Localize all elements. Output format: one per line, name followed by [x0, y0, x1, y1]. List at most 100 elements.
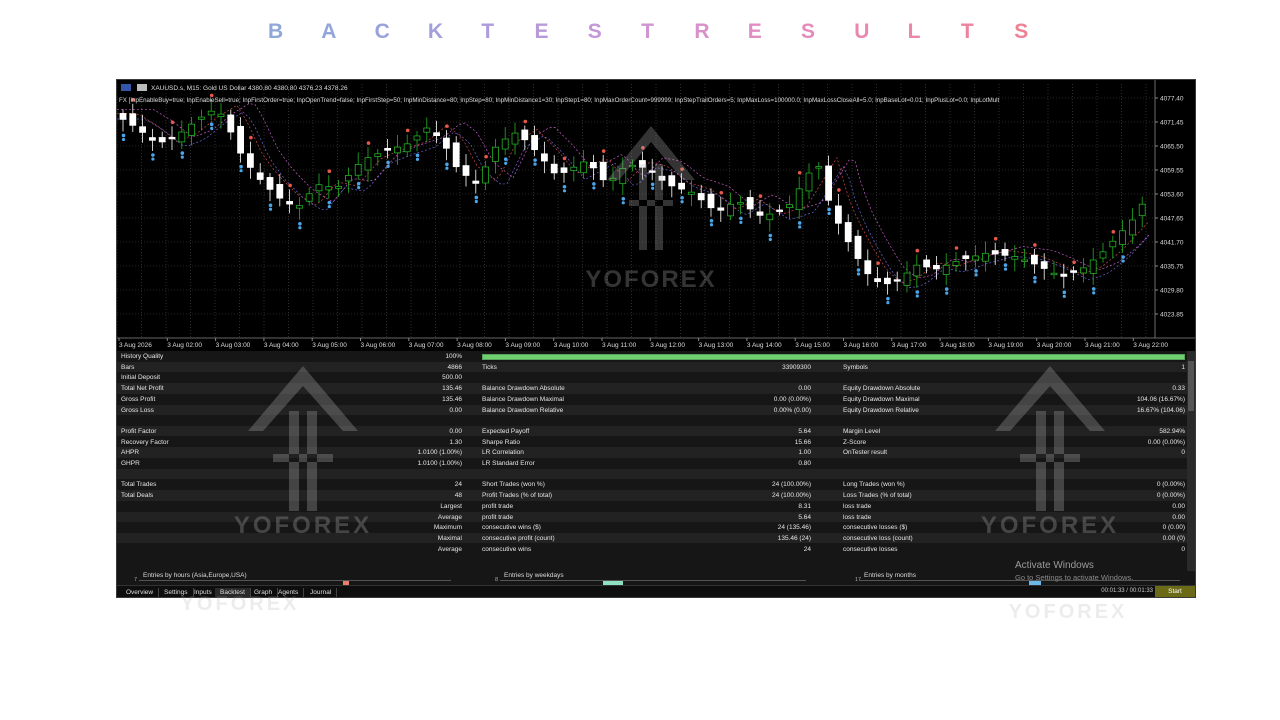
bull-candle	[207, 110, 215, 116]
buy-marker	[1121, 255, 1125, 259]
sell-marker	[993, 236, 998, 241]
buy-marker	[768, 233, 773, 238]
buy-marker	[1062, 290, 1067, 295]
buy-marker	[739, 216, 743, 221]
metric-label: consecutive wins	[482, 545, 532, 553]
strategy-tester-window: 4077.40 4071.45 4065.50 4059.55 4053.60 4047.…	[116, 79, 1196, 598]
metric-value: 24	[454, 481, 462, 489]
bear-candle	[276, 183, 284, 199]
tab-journal[interactable]: Journal	[305, 588, 338, 597]
bull-candle	[1011, 256, 1019, 260]
metric-value: 0.00 (0.00%)	[773, 395, 811, 403]
bear-candle	[589, 162, 597, 169]
metric-value: 1.00	[798, 449, 811, 457]
buy-marker	[886, 296, 890, 301]
bull-candle	[295, 205, 303, 209]
buy-marker	[650, 182, 655, 187]
time-label: 3 Aug 21:00	[1085, 342, 1120, 349]
activate-windows-subtitle: Go to Settings to activate Windows.	[1015, 573, 1134, 582]
scroll-thumb[interactable]	[1188, 361, 1194, 411]
bear-candle	[599, 161, 607, 181]
metric-value: 0.00	[449, 406, 462, 414]
metric-label: Total Trades	[121, 481, 157, 489]
sell-marker	[837, 188, 841, 192]
metric-value: 0.80	[798, 460, 811, 467]
metric-value: 5.64	[798, 427, 811, 435]
metric-label: GHPR	[121, 460, 140, 467]
buy-marker	[827, 207, 831, 212]
price-label: 4029.80	[1160, 288, 1184, 295]
report-scrollbar[interactable]	[1187, 351, 1195, 571]
bear-candle	[286, 201, 294, 205]
bull-candle	[217, 113, 225, 118]
tab-overview[interactable]: Overview	[121, 588, 160, 597]
buy-marker	[709, 223, 714, 227]
bull-candle	[903, 272, 911, 286]
sell-marker	[915, 248, 920, 253]
bear-candle	[893, 279, 901, 282]
metric-label: Z-Score	[843, 438, 867, 446]
indicator-line	[117, 111, 1150, 288]
chart-watermark-text: YOFOREX	[585, 266, 716, 293]
buy-marker	[592, 186, 596, 190]
buy-marker	[386, 164, 390, 168]
bull-candle	[786, 204, 793, 208]
tab-agents[interactable]: Agents	[273, 588, 305, 597]
metric-label: Total Net Profit	[121, 385, 164, 393]
metric-value: 0 (0.00%)	[1156, 481, 1185, 489]
bull-candle	[942, 264, 950, 275]
bear-candle	[697, 193, 705, 201]
buy-marker	[298, 226, 302, 230]
time-label: 3 Aug 12:00	[650, 342, 685, 349]
sell-marker	[484, 154, 488, 159]
metric-value: 15.66	[794, 438, 811, 446]
metric-value: 24 (100.00%)	[771, 492, 811, 500]
bull-candle	[344, 175, 352, 182]
metric-label: AHPR	[121, 449, 140, 457]
histogram-title: Entries by weekdays	[504, 572, 564, 579]
bear-candle	[648, 170, 656, 173]
price-chart[interactable]: 4077.40 4071.45 4065.50 4059.55 4053.60 4047.…	[117, 80, 1195, 350]
metric-value: 0.00 (0)	[1162, 534, 1185, 542]
metric-label: OnTester result	[843, 449, 888, 457]
tab-inputs[interactable]: Inputs	[189, 588, 218, 597]
buy-marker	[474, 199, 478, 204]
metric-label: Balance Drawdown Relative	[482, 406, 564, 414]
tab-backtest[interactable]: Backtest	[215, 588, 251, 597]
time-label: 3 Aug 2026	[119, 342, 152, 349]
expert-parameters: FX [InpEnableBuy=true; InpEnableSell=tru…	[119, 97, 1000, 104]
bear-candle	[158, 137, 166, 143]
heading-letter: S	[1014, 20, 1029, 43]
buy-marker	[1121, 259, 1125, 263]
bull-candle	[1138, 203, 1146, 217]
bear-candle	[717, 207, 725, 211]
start-button[interactable]: Start	[1155, 586, 1195, 597]
buy-marker	[856, 272, 861, 276]
report-row: Maximal consecutive profit (count) 135.46 …	[117, 532, 1187, 544]
metric-value: 135.46	[442, 385, 462, 393]
price-label: 4071.45	[1160, 120, 1184, 127]
metric-label: Bars	[121, 363, 135, 371]
metric-value: 582.94%	[1159, 427, 1185, 435]
heading-letter: C	[374, 20, 390, 43]
metric-value: Maximum	[433, 524, 462, 532]
metric-value: Maximal	[437, 534, 462, 542]
buy-marker	[944, 287, 949, 291]
bear-candle	[452, 142, 460, 168]
buy-marker	[768, 237, 772, 242]
metric-label: profit trade	[482, 502, 514, 510]
price-label: 4047.65	[1160, 216, 1184, 223]
bear-candle	[1070, 270, 1077, 273]
histogram-axis-value: 8	[495, 577, 499, 583]
buy-marker	[180, 155, 184, 159]
histogram-axis	[500, 580, 806, 581]
bear-candle	[550, 163, 558, 174]
tester-tab-bar: 00:01:33 / 00:01:33 Start Overview Settin…	[117, 585, 1195, 597]
bull-candle	[913, 264, 921, 277]
bull-candle	[511, 132, 519, 145]
buy-marker	[415, 157, 420, 161]
sell-marker	[249, 135, 253, 140]
metric-value: 0.00	[798, 385, 811, 393]
buy-marker	[327, 205, 331, 209]
metric-label: Margin Level	[843, 427, 881, 435]
